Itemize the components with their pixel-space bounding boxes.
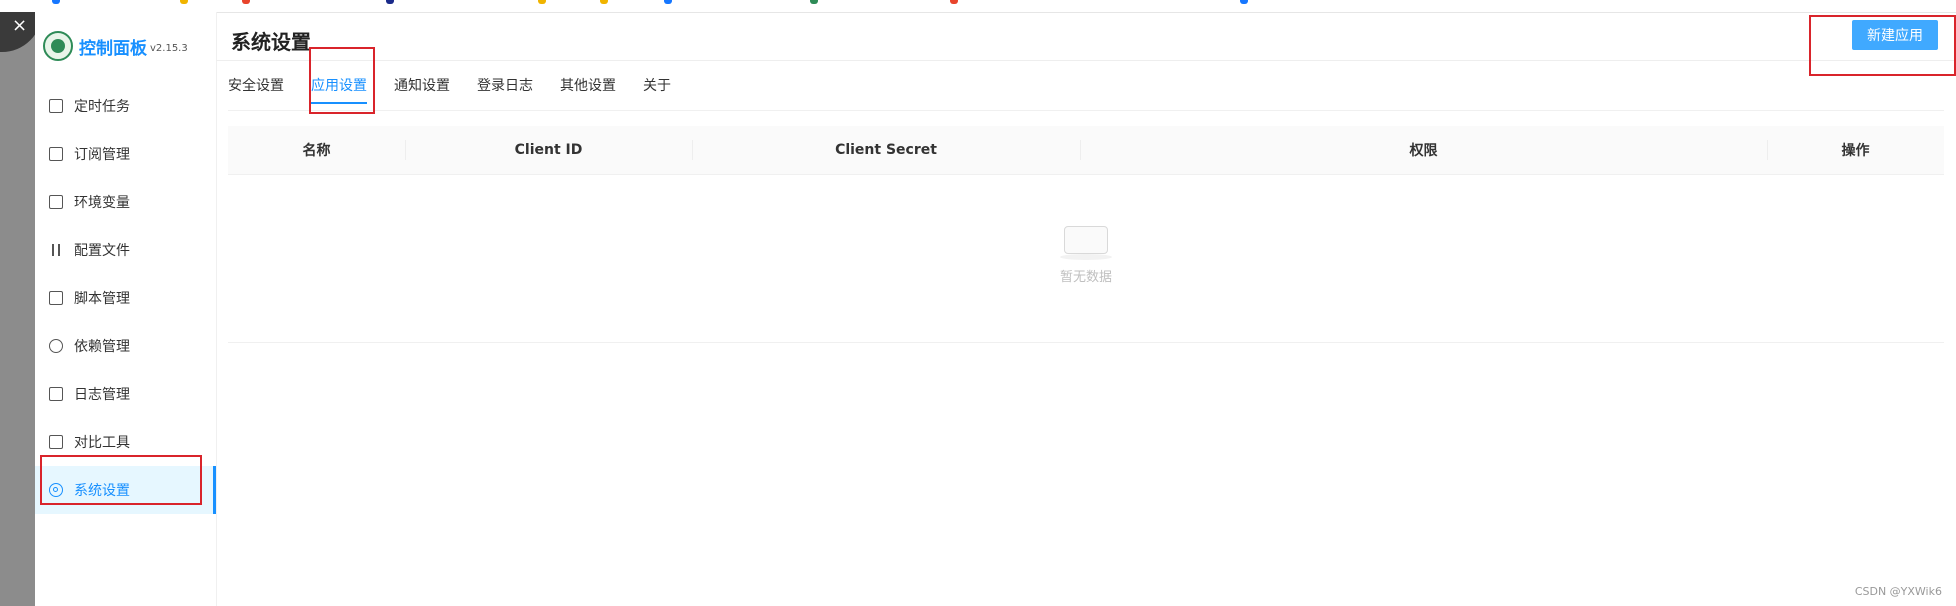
logo-icon	[43, 31, 73, 61]
bookmark-favicon[interactable]	[810, 0, 818, 4]
table-header: 名称 Client ID Client Secret 权限 操作	[228, 126, 1944, 175]
sidebar-item-logs[interactable]: 日志管理	[35, 370, 216, 418]
sliders-icon	[49, 243, 63, 257]
sidebar-item-cron[interactable]: 定时任务	[35, 82, 216, 130]
bookmark-favicon[interactable]	[1240, 0, 1248, 4]
sidebar-item-label: 配置文件	[74, 243, 130, 259]
tab-security[interactable]: 安全设置	[228, 70, 284, 102]
sidebar-item-scripts[interactable]: 脚本管理	[35, 274, 216, 322]
sidebar-item-label: 脚本管理	[74, 291, 130, 307]
subscription-icon	[49, 147, 63, 161]
calendar-icon	[49, 99, 63, 113]
column-header-actions: 操作	[1767, 126, 1944, 174]
sidebar: 控制面板 v2.15.3 定时任务 订阅管理 环境变量 配置文件 脚本管理 依赖…	[35, 12, 217, 606]
column-header-client-secret: Client Secret	[692, 126, 1080, 174]
apps-table: 名称 Client ID Client Secret 权限 操作 暂无数据	[228, 126, 1944, 343]
sidebar-item-label: 依赖管理	[74, 339, 130, 355]
tabs-divider	[228, 110, 1944, 111]
table-body: 暂无数据	[228, 175, 1944, 343]
header-divider	[216, 60, 1956, 61]
bookmark-favicon[interactable]	[52, 0, 60, 4]
column-header-name: 名称	[302, 143, 331, 159]
sidebar-menu: 定时任务 订阅管理 环境变量 配置文件 脚本管理 依赖管理 日志管理 对比工具	[35, 82, 216, 514]
left-overlay-panel	[0, 12, 35, 606]
tab-about[interactable]: 关于	[643, 70, 671, 102]
tab-other[interactable]: 其他设置	[560, 70, 616, 102]
empty-text: 暂无数据	[1059, 270, 1113, 285]
bookmark-favicon[interactable]	[600, 0, 608, 4]
app-version: v2.15.3	[150, 42, 188, 54]
close-icon: ×	[12, 15, 28, 36]
main-content: 系统设置 新建应用 安全设置 应用设置 通知设置 登录日志 其他设置 关于 名称…	[216, 12, 1956, 606]
app-logo[interactable]: 控制面板 v2.15.3	[43, 28, 188, 64]
bookmark-favicon[interactable]	[950, 0, 958, 4]
sidebar-item-label: 定时任务	[74, 99, 130, 115]
sidebar-item-label: 环境变量	[74, 195, 130, 211]
column-header-client-id: Client ID	[405, 126, 692, 174]
sidebar-item-config[interactable]: 配置文件	[35, 226, 216, 274]
sidebar-item-label: 日志管理	[74, 387, 130, 403]
empty-state: 暂无数据	[1059, 220, 1113, 285]
annotation-box-new-app	[1809, 15, 1956, 76]
monitor-icon	[49, 195, 63, 209]
empty-inbox-icon	[1059, 220, 1112, 260]
annotation-box-settings	[40, 455, 202, 505]
bookmark-favicon[interactable]	[180, 0, 188, 4]
log-icon	[49, 387, 63, 401]
settings-tabs: 安全设置 应用设置 通知设置 登录日志 其他设置 关于	[228, 70, 698, 110]
tab-login-log[interactable]: 登录日志	[477, 70, 533, 102]
dependency-icon	[49, 339, 63, 353]
sidebar-item-subscriptions[interactable]: 订阅管理	[35, 130, 216, 178]
app-title: 控制面板	[79, 38, 147, 59]
watermark: CSDN @YXWik6	[1854, 585, 1942, 598]
script-icon	[49, 291, 63, 305]
bookmark-favicon[interactable]	[386, 0, 394, 4]
tab-notifications[interactable]: 通知设置	[394, 70, 450, 102]
sidebar-item-label: 订阅管理	[74, 147, 130, 163]
bookmark-favicon[interactable]	[538, 0, 546, 4]
sidebar-item-env[interactable]: 环境变量	[35, 178, 216, 226]
book-icon	[49, 435, 63, 449]
annotation-box-tab	[309, 47, 375, 114]
bookmark-favicon[interactable]	[664, 0, 672, 4]
bookmark-favicon[interactable]	[242, 0, 250, 4]
sidebar-item-dependencies[interactable]: 依赖管理	[35, 322, 216, 370]
page-title: 系统设置	[231, 30, 311, 54]
sidebar-item-label: 对比工具	[74, 435, 130, 451]
column-header-permissions: 权限	[1080, 126, 1767, 174]
